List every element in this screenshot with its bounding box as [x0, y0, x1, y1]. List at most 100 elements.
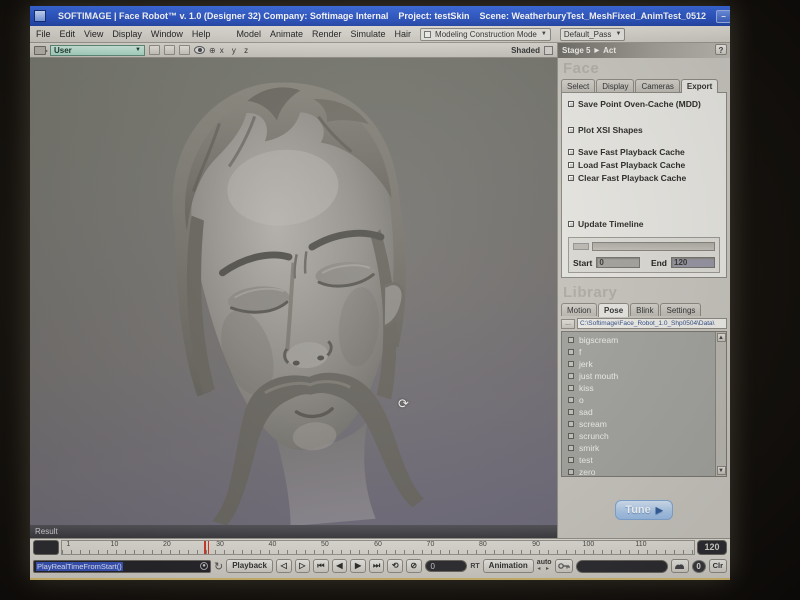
checkbox-icon[interactable] — [568, 127, 574, 133]
menu-animate[interactable]: Animate — [270, 29, 303, 39]
checkbox-icon[interactable] — [568, 397, 574, 403]
pass-dropdown[interactable]: Default_Pass ▼ — [560, 28, 626, 41]
library-path-field[interactable]: C:\Softimage\Face_Robot_1.0_Shp0504\Data… — [577, 318, 727, 329]
start-field[interactable]: 0 — [596, 257, 640, 268]
checkbox-icon[interactable] — [568, 149, 574, 155]
minimize-button[interactable]: – — [716, 10, 730, 23]
display-mode-dropdown[interactable]: Shaded — [511, 46, 540, 55]
scroll-up-icon[interactable]: ▲ — [717, 333, 726, 342]
go-to-start-button[interactable]: ⏮ — [313, 559, 329, 573]
playhead-marker[interactable] — [204, 541, 209, 554]
tab-export[interactable]: Export — [681, 79, 718, 93]
stage-bar[interactable]: Stage 5 ▶ Act ? — [558, 43, 730, 58]
menu-view[interactable]: View — [84, 29, 103, 39]
pose-item[interactable]: o — [562, 394, 715, 406]
zero-key-button[interactable]: 0 — [692, 560, 706, 573]
animation-menu-button[interactable]: Animation — [483, 559, 534, 573]
play-forward-button[interactable]: ▶ — [350, 559, 366, 573]
tab-blink[interactable]: Blink — [630, 303, 659, 316]
checkbox-icon[interactable] — [568, 221, 574, 227]
step-back-button[interactable]: ◁ — [276, 559, 292, 573]
tab-display[interactable]: Display — [596, 79, 634, 92]
resize-viewport-icon[interactable] — [544, 46, 553, 55]
help-button[interactable]: ? — [715, 44, 727, 55]
view-type-dropdown[interactable]: User ▼ — [50, 45, 145, 56]
step-forward-button[interactable]: ▷ — [295, 559, 311, 573]
memo-cam-button[interactable] — [149, 45, 160, 55]
play-backward-button[interactable]: ◀ — [332, 559, 348, 573]
checkbox-icon[interactable] — [568, 373, 574, 379]
end-field[interactable]: 120 — [671, 257, 715, 268]
checkbox-icon[interactable] — [568, 445, 574, 451]
pose-item[interactable]: zero — [562, 466, 715, 476]
tab-settings[interactable]: Settings — [660, 303, 701, 316]
export-option-load-cache[interactable]: Load Fast Playback Cache — [568, 160, 720, 170]
browse-button[interactable]: ... — [561, 319, 575, 329]
scrollbar[interactable]: ▲ ▼ — [715, 332, 726, 476]
timeline-ruler[interactable]: 1 10 20 30 40 50 60 70 80 90 100 110 — [61, 540, 695, 555]
menu-model[interactable]: Model — [236, 29, 261, 39]
export-option-save-cache[interactable]: Save Fast Playback Cache — [568, 147, 720, 157]
memo-cam-button[interactable] — [164, 45, 175, 55]
autokey-toggle[interactable]: auto ◂ ▸ — [537, 560, 552, 572]
set-key-button[interactable] — [555, 559, 573, 573]
menu-simulate[interactable]: Simulate — [351, 29, 386, 39]
export-option-clear-cache[interactable]: Clear Fast Playback Cache — [568, 173, 720, 183]
checkbox-icon[interactable] — [568, 469, 574, 475]
export-option-plot-shapes[interactable]: Plot XSI Shapes — [568, 125, 720, 135]
playback-menu-button[interactable]: Playback — [226, 559, 273, 573]
checkbox-icon[interactable] — [568, 162, 574, 168]
current-frame-field[interactable]: 0 — [425, 560, 468, 572]
tab-cameras[interactable]: Cameras — [635, 79, 679, 92]
pose-item[interactable]: smirk — [562, 442, 715, 454]
tab-motion[interactable]: Motion — [561, 303, 597, 316]
memo-cam-button[interactable] — [179, 45, 190, 55]
pose-item[interactable]: sad — [562, 406, 715, 418]
checkbox-icon[interactable] — [568, 101, 574, 107]
checkbox-icon[interactable] — [568, 457, 574, 463]
tab-pose[interactable]: Pose — [598, 303, 629, 317]
pose-item[interactable]: scrunch — [562, 430, 715, 442]
tab-select[interactable]: Select — [561, 79, 595, 92]
plus-icon[interactable]: ⊕ — [209, 46, 216, 55]
mute-button[interactable]: ⊘ — [406, 559, 422, 573]
checkbox-icon[interactable] — [568, 337, 574, 343]
menu-display[interactable]: Display — [112, 29, 142, 39]
viewport-3d[interactable]: ⟳ — [30, 58, 557, 525]
menu-render[interactable]: Render — [312, 29, 342, 39]
branch-key-button[interactable] — [671, 559, 689, 573]
loop-button[interactable]: ⟲ — [387, 559, 403, 573]
checkbox-icon[interactable] — [568, 421, 574, 427]
export-option-save-mdd[interactable]: Save Point Oven-Cache (MDD) — [568, 99, 720, 109]
pose-item[interactable]: test — [562, 454, 715, 466]
construction-mode-dropdown[interactable]: Modeling Construction Mode ▼ — [420, 28, 551, 41]
refresh-icon[interactable]: ↻ — [214, 560, 223, 573]
pose-item[interactable]: f — [562, 346, 715, 358]
camera-icon[interactable] — [34, 46, 46, 55]
checkbox-icon[interactable] — [568, 349, 574, 355]
pose-item[interactable]: bigscream — [562, 334, 715, 346]
keyable-params-field[interactable] — [576, 560, 668, 573]
go-to-end-button[interactable]: ⏭ — [369, 559, 385, 573]
checkbox-icon[interactable] — [568, 433, 574, 439]
pose-item[interactable]: jerk — [562, 358, 715, 370]
checkbox-icon[interactable] — [568, 175, 574, 181]
menu-hair[interactable]: Hair — [395, 29, 412, 39]
menu-window[interactable]: Window — [151, 29, 183, 39]
menu-help[interactable]: Help — [192, 29, 211, 39]
checkbox-icon[interactable] — [568, 361, 574, 367]
script-run-icon[interactable]: ● — [200, 562, 208, 570]
end-frame-box[interactable]: 120 — [697, 540, 727, 555]
clear-keys-button[interactable]: Clr — [709, 559, 727, 573]
checkbox-icon[interactable] — [568, 385, 574, 391]
menu-edit[interactable]: Edit — [60, 29, 76, 39]
script-field[interactable]: PlayRealTimeFromStart() ● — [33, 560, 211, 573]
export-option-update-timeline[interactable]: Update Timeline — [568, 219, 720, 229]
pose-item[interactable]: just mouth — [562, 370, 715, 382]
checkbox-icon[interactable] — [568, 409, 574, 415]
eye-icon[interactable] — [194, 46, 205, 54]
scroll-down-icon[interactable]: ▼ — [717, 466, 726, 475]
range-slider[interactable] — [592, 242, 715, 251]
pose-item[interactable]: scream — [562, 418, 715, 430]
menu-file[interactable]: File — [36, 29, 51, 39]
